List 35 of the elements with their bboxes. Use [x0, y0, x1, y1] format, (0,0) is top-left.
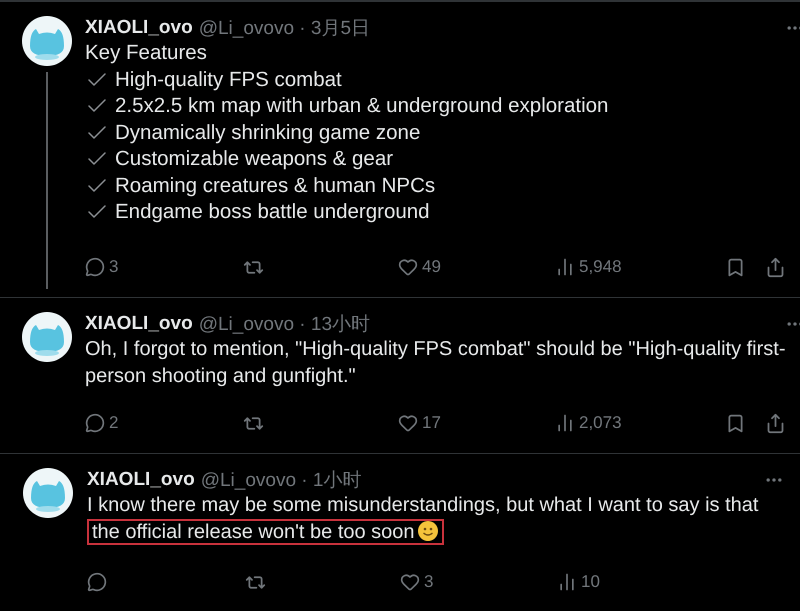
feature-text: Roaming creatures & human NPCs — [115, 172, 436, 198]
highlight-box: the official release won't be too soon — [87, 519, 444, 545]
feature-text: Endgame boss battle underground — [115, 199, 430, 225]
share-icon[interactable] — [765, 256, 786, 278]
heart-icon[interactable] — [400, 572, 420, 592]
handle-and-time: @Li_ovovo · 3月5日 — [198, 17, 370, 41]
tweet-text: Oh, I forgot to mention, "High-quality FPS combat" should be "High-quality first-person shooting and gunfight." — [85, 337, 786, 389]
action-count: 5,948 — [579, 257, 622, 277]
avatar[interactable] — [22, 16, 72, 66]
action-count: 3 — [424, 572, 434, 592]
action-count: 2 — [109, 413, 118, 433]
heart-icon[interactable] — [398, 413, 418, 433]
feature-text: 2.5x2.5 km map with urban & underground exploration — [115, 93, 608, 119]
action-count: 3 — [109, 257, 118, 277]
action-count: 10 — [581, 572, 600, 592]
avatar[interactable] — [23, 468, 73, 518]
share-icon[interactable] — [765, 412, 786, 434]
handle-and-time: @Li_ovovo · 13小时 — [198, 313, 370, 337]
reply-icon[interactable] — [85, 257, 105, 277]
action-count: 17 — [422, 413, 441, 433]
action-count: 2,073 — [579, 413, 622, 433]
display-name[interactable]: XIAOLI_ovo — [85, 313, 193, 335]
reply-icon[interactable] — [85, 413, 105, 433]
display-name[interactable]: XIAOLI_ovo — [85, 17, 193, 39]
action-count: 49 — [422, 257, 441, 277]
reply-icon[interactable] — [87, 572, 107, 592]
feature-text: Dynamically shrinking game zone — [115, 120, 420, 146]
feature-text: High-quality FPS combat — [115, 66, 342, 92]
heart-icon[interactable] — [398, 257, 418, 277]
tweet-text: I know there may be some misunderstandings, but what I want to say is that the official release won't be too soon — [87, 493, 760, 546]
avatar[interactable] — [22, 312, 72, 362]
feature-text: Customizable weapons & gear — [115, 146, 394, 172]
display-name[interactable]: XIAOLI_ovo — [87, 469, 195, 491]
tweet-text: Key Features — [85, 40, 207, 66]
handle-and-time: @Li_ovovo · 1小时 — [200, 469, 362, 493]
